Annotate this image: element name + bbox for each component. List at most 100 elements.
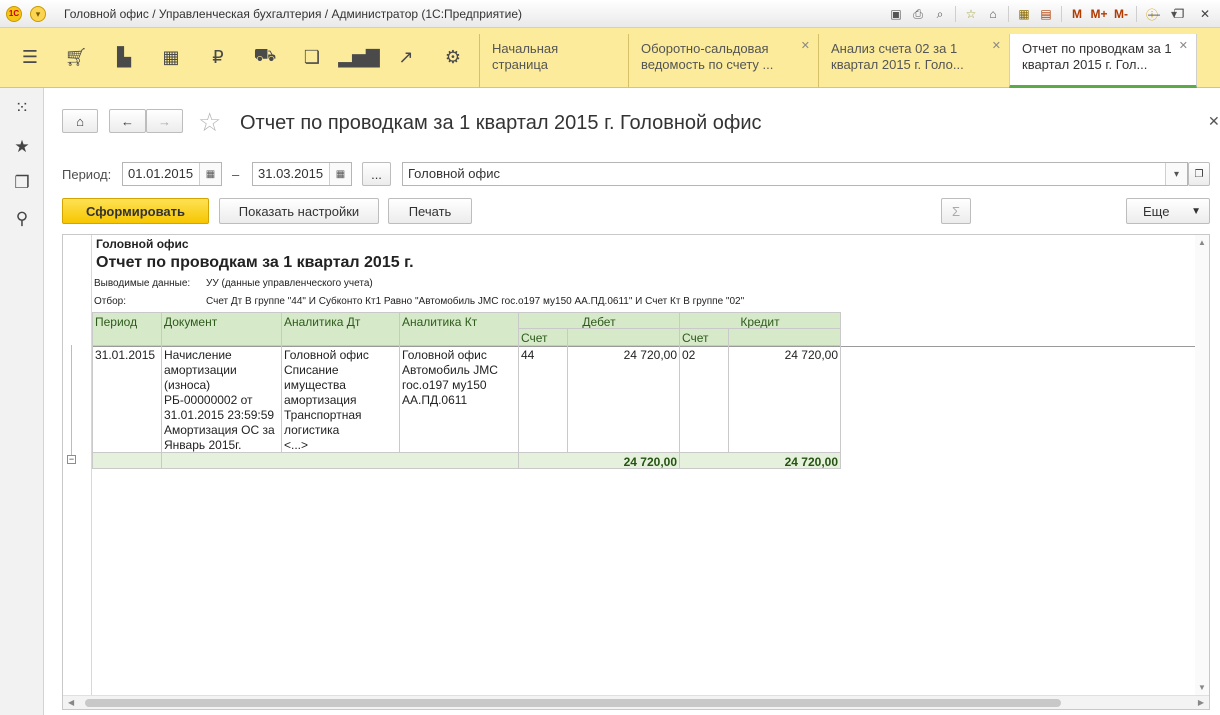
home-button[interactable]: ⌂ <box>62 109 98 133</box>
cell-credit-amount: 24 720,00 <box>729 346 841 453</box>
cell-analytics-kt[interactable]: Головной офис Автомобиль JMC гос.о197 му… <box>400 346 519 453</box>
trend-icon[interactable]: ↗ <box>389 40 423 74</box>
cell-document[interactable]: Начисление амортизации (износа) РБ-00000… <box>162 346 282 453</box>
collapse-group-icon[interactable]: − <box>67 455 76 464</box>
history-icon[interactable]: ❐ <box>7 169 37 197</box>
print-icon[interactable]: ⎙ <box>908 4 928 24</box>
report-org: Головной офис <box>96 237 189 251</box>
sum-icon: Σ <box>951 203 961 219</box>
favorite-add-icon[interactable]: ☆ <box>961 4 981 24</box>
horizontal-scrollbar[interactable]: ◀ ▶ <box>63 695 1209 709</box>
save-icon[interactable]: ▣ <box>886 4 906 24</box>
favorites-icon[interactable]: ⌂ <box>983 4 1003 24</box>
more-label: Еще <box>1143 203 1170 219</box>
documents-icon[interactable]: ❏ <box>295 40 329 74</box>
memory-m-button[interactable]: M <box>1067 4 1087 24</box>
scroll-up-icon[interactable]: ▲ <box>1198 238 1206 247</box>
analytics-dt-line: амортизация <box>284 393 357 407</box>
scroll-left-icon[interactable]: ◀ <box>68 698 74 707</box>
separator <box>1008 6 1009 22</box>
col-header-debit: Дебет <box>519 312 680 329</box>
generate-button[interactable]: Сформировать <box>62 198 209 224</box>
document-line: (износа) <box>164 378 211 392</box>
cell-debit-account: 44 <box>519 346 568 453</box>
scroll-down-icon[interactable]: ▼ <box>1198 683 1206 692</box>
back-button[interactable]: ← <box>109 109 146 133</box>
arrow-right-icon: → <box>158 113 171 129</box>
sum-button[interactable]: Σ <box>941 198 971 224</box>
period-select-button[interactable]: ... <box>362 162 391 186</box>
apps-grid-icon[interactable]: ⁙ <box>7 94 37 122</box>
truck-icon[interactable]: ⛟ <box>248 40 282 74</box>
document-line: РБ-00000002 от <box>164 393 253 407</box>
bag-icon[interactable]: ▙ <box>107 40 141 74</box>
report-spreadsheet[interactable]: − Головной офис Отчет по проводкам за 1 … <box>62 234 1210 710</box>
date-to-field[interactable]: 31.03.2015 ▦ <box>252 162 352 186</box>
forward-button[interactable]: → <box>146 109 183 133</box>
star-icon[interactable]: ★ <box>7 133 37 161</box>
organization-field[interactable]: Головной офис ▾ <box>402 162 1188 186</box>
minimize-icon[interactable]: — <box>1143 4 1165 24</box>
output-value: УУ (данные управленческого учета) <box>206 278 373 289</box>
cell-credit-account: 02 <box>680 346 729 453</box>
tab-home[interactable]: Начальная страница <box>479 34 628 88</box>
organization-value: Головной офис <box>408 166 500 181</box>
gear-icon[interactable]: ⚙ <box>436 40 470 74</box>
memory-plus-button[interactable]: M+ <box>1089 4 1109 24</box>
separator <box>955 6 956 22</box>
main-menu-icon[interactable]: ▾ <box>30 6 46 22</box>
analytics-dt-line: Головной офис <box>284 348 369 362</box>
scroll-thumb[interactable] <box>85 699 1061 707</box>
close-form-icon[interactable]: ✕ <box>1208 113 1220 130</box>
show-settings-button[interactable]: Показать настройки <box>219 198 379 224</box>
date-to-value: 31.03.2015 <box>258 166 324 181</box>
page-title: Отчет по проводкам за 1 квартал 2015 г. … <box>240 112 762 134</box>
chevron-down-icon[interactable]: ▾ <box>1165 163 1187 185</box>
more-button[interactable]: Еще ▼ <box>1126 198 1210 224</box>
calendar-icon[interactable]: ▦ <box>199 163 221 185</box>
col-header-credit: Кредит <box>680 312 841 329</box>
cell-debit-amount: 24 720,00 <box>568 346 680 453</box>
analytics-kt-line: гос.о197 му150 <box>402 378 487 392</box>
vertical-scrollbar[interactable]: ▲ ▼ <box>1195 235 1209 695</box>
separator <box>1136 6 1137 22</box>
calendar-icon[interactable]: ▦ <box>329 163 351 185</box>
filter-label: Отбор: <box>94 296 126 307</box>
close-icon[interactable]: ✕ <box>801 38 810 54</box>
document-line: Амортизация ОС за <box>164 423 275 437</box>
warehouse-icon[interactable]: ▦ <box>154 40 188 74</box>
scroll-right-icon[interactable]: ▶ <box>1198 698 1204 707</box>
calculator-icon[interactable]: ▦ <box>1014 4 1034 24</box>
document-line: Январь 2015г. <box>164 438 242 452</box>
analytics-dt-line: имущества <box>284 378 346 392</box>
date-from-field[interactable]: 01.01.2015 ▦ <box>122 162 222 186</box>
separator <box>1061 6 1062 22</box>
favorite-star-icon[interactable]: ☆ <box>198 107 221 138</box>
col-header-credit-amount <box>729 329 841 346</box>
report-heading: Отчет по проводкам за 1 квартал 2015 г. <box>96 254 414 271</box>
analytics-kt-line: АА.ПД.0611 <box>402 393 468 407</box>
memory-minus-button[interactable]: M- <box>1111 4 1131 24</box>
total-credit: 24 720,00 <box>680 453 841 469</box>
close-icon[interactable]: ✕ <box>992 38 1001 54</box>
document-line: Начисление <box>164 348 232 362</box>
search-icon[interactable]: ⚲ <box>7 205 37 233</box>
close-window-icon[interactable]: ✕ <box>1194 4 1216 24</box>
bar-chart-icon[interactable]: ▂▅▇ <box>338 40 380 74</box>
arrow-left-icon: ← <box>121 113 134 129</box>
col-header-period: Период <box>92 312 162 346</box>
tab-account-analysis[interactable]: Анализ счета 02 за 1 квартал 2015 г. Гол… <box>818 34 1009 88</box>
tab-turnover-sheet[interactable]: Оборотно-сальдовая ведомость по счету ..… <box>628 34 818 88</box>
preview-icon[interactable]: ⌕ <box>930 4 950 24</box>
cell-analytics-dt[interactable]: Головной офис Списание имущества амортиз… <box>282 346 400 453</box>
tab-postings-report[interactable]: Отчет по проводкам за 1 квартал 2015 г. … <box>1009 34 1197 88</box>
open-organization-button[interactable]: ❐ <box>1188 162 1210 186</box>
cart-icon[interactable]: 🛒︎ <box>59 40 93 74</box>
close-icon[interactable]: ✕ <box>1179 38 1188 54</box>
calendar-icon[interactable]: ▤ <box>1036 4 1056 24</box>
restore-icon[interactable]: ❐ <box>1168 4 1190 24</box>
grouping-gutter: − <box>63 235 92 709</box>
menu-icon[interactable]: ☰ <box>13 40 47 74</box>
print-button[interactable]: Печать <box>388 198 472 224</box>
ruble-icon[interactable]: ₽ <box>201 40 235 74</box>
